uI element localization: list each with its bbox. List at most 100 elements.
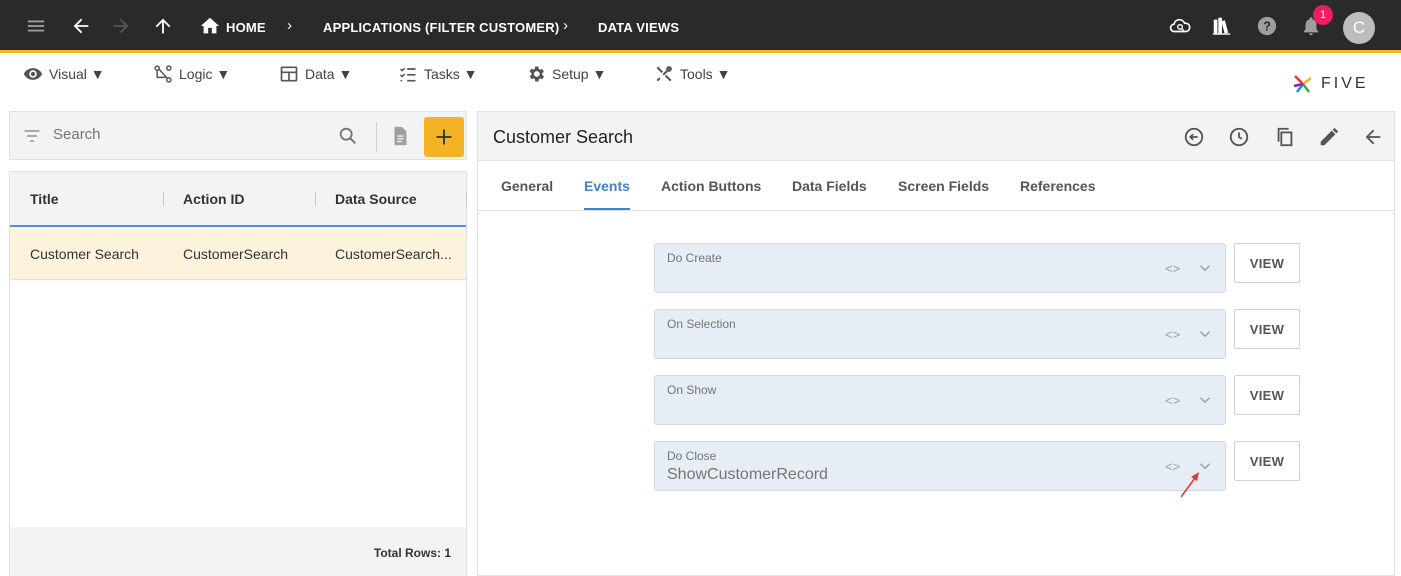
checklist-icon [399, 67, 416, 82]
pencil-icon [1320, 127, 1339, 146]
breadcrumb-home[interactable]: HOME [226, 20, 266, 35]
logic-icon [154, 65, 172, 83]
avatar[interactable]: C [1343, 12, 1375, 44]
tab-general[interactable]: General [501, 178, 553, 194]
help-icon[interactable]: ? [1255, 14, 1279, 38]
filter-icon[interactable] [22, 126, 42, 146]
chevron-down-icon[interactable] [1196, 391, 1214, 409]
column-header-action-id[interactable]: Action ID [183, 191, 244, 207]
menu-bar: Visual ▼ Logic ▼ Data ▼ Tasks ▼ Setup ▼ … [0, 56, 1401, 96]
menu-logic[interactable]: Logic ▼ [153, 64, 230, 84]
tab-events[interactable]: Events [584, 178, 630, 194]
history-button[interactable] [1227, 125, 1251, 149]
cloud-search-icon[interactable] [1168, 14, 1192, 38]
menu-logic-label: Logic ▼ [179, 66, 231, 82]
view-do-create-button[interactable]: VIEW [1234, 243, 1300, 283]
up-arrow-icon[interactable] [151, 14, 175, 38]
event-field-do-close[interactable]: Do Close ShowCustomerRecord <> [654, 441, 1226, 491]
code-icon[interactable]: <> [1165, 393, 1180, 408]
tab-data-fields[interactable]: Data Fields [792, 178, 867, 194]
view-do-close-button[interactable]: VIEW [1234, 441, 1300, 481]
five-logo-text: FIVE [1321, 75, 1369, 92]
menu-visual[interactable]: Visual ▼ [23, 64, 105, 84]
cell-data-source: CustomerSearch... [335, 246, 452, 262]
forward-arrow-icon[interactable] [109, 14, 133, 38]
toolbar-divider [376, 122, 377, 152]
field-label: Do Create [667, 251, 722, 265]
event-field-on-show[interactable]: On Show <> [654, 375, 1226, 425]
back-circle-icon [1184, 127, 1204, 147]
notification-badge: 1 [1313, 5, 1333, 25]
cell-title: Customer Search [30, 246, 139, 262]
add-button[interactable] [424, 117, 464, 157]
menu-tools-label: Tools ▼ [680, 66, 731, 82]
code-icon[interactable]: <> [1165, 327, 1180, 342]
field-label: On Show [667, 383, 717, 397]
table-row[interactable]: Customer Search CustomerSearch CustomerS… [10, 229, 466, 280]
field-label: On Selection [667, 317, 736, 331]
search-input[interactable] [53, 126, 323, 143]
menu-tasks-label: Tasks ▼ [424, 66, 478, 82]
breadcrumb-data-views[interactable]: DATA VIEWS [598, 20, 679, 35]
copy-button[interactable] [1273, 125, 1297, 149]
record-detail-panel: Customer Search General Events Action Bu… [477, 111, 1395, 576]
record-header: Customer Search [478, 112, 1394, 161]
chevron-down-icon[interactable] [1196, 259, 1214, 277]
undo-history-button[interactable] [1182, 125, 1206, 149]
tab-screen-fields[interactable]: Screen Fields [898, 178, 989, 194]
menu-tasks[interactable]: Tasks ▼ [398, 64, 478, 84]
event-field-on-selection[interactable]: On Selection <> [654, 309, 1226, 359]
svg-text:?: ? [1263, 19, 1271, 34]
menu-visual-label: Visual ▼ [49, 66, 105, 82]
hamburger-menu-icon[interactable] [24, 14, 48, 38]
menu-tools[interactable]: Tools ▼ [654, 64, 730, 84]
annotation-arrow-icon [1180, 472, 1199, 498]
menu-setup-label: Setup ▼ [552, 66, 607, 82]
tab-references[interactable]: References [1020, 178, 1096, 194]
tools-icon [656, 66, 672, 82]
tab-action-buttons[interactable]: Action Buttons [661, 178, 761, 194]
chevron-right-icon: › [563, 17, 568, 34]
code-icon[interactable]: <> [1165, 261, 1180, 276]
list-toolbar [9, 111, 467, 160]
table-footer: Total Rows: 1 [10, 527, 466, 576]
close-panel-button[interactable] [1361, 125, 1385, 149]
field-value: ShowCustomerRecord [667, 466, 828, 483]
search-icon[interactable] [337, 125, 359, 147]
breadcrumb-applications[interactable]: APPLICATIONS (FILTER CUSTOMER) [323, 20, 559, 35]
table-icon [280, 66, 298, 82]
chevron-right-icon: › [287, 17, 292, 34]
field-label: Do Close [667, 449, 717, 463]
table-header: Title Action ID Data Source [10, 172, 467, 227]
chevron-down-icon[interactable] [1196, 325, 1214, 343]
column-header-data-source[interactable]: Data Source [335, 191, 417, 207]
menu-setup[interactable]: Setup ▼ [526, 64, 606, 84]
gear-icon [529, 66, 544, 82]
top-bar: HOME › APPLICATIONS (FILTER CUSTOMER) › … [0, 0, 1401, 53]
view-on-show-button[interactable]: VIEW [1234, 375, 1300, 415]
back-arrow-icon[interactable] [69, 14, 93, 38]
copy-icon [1277, 127, 1293, 147]
data-views-table: Title Action ID Data Source Customer Sea… [9, 171, 467, 576]
event-field-do-create[interactable]: Do Create <> [654, 243, 1226, 293]
edit-button[interactable] [1317, 125, 1341, 149]
books-icon[interactable] [1210, 14, 1234, 38]
total-rows: Total Rows: 1 [373, 546, 451, 560]
plus-icon [436, 129, 452, 145]
active-tab-indicator [584, 208, 630, 210]
column-header-title[interactable]: Title [30, 191, 59, 207]
column-resize-handle[interactable] [466, 192, 467, 206]
document-icon[interactable] [389, 124, 411, 148]
five-logo-icon [1293, 75, 1312, 93]
five-logo: FIVE [1291, 72, 1369, 96]
menu-data-label: Data ▼ [305, 66, 353, 82]
eye-icon [23, 68, 43, 80]
menu-data[interactable]: Data ▼ [279, 64, 352, 84]
record-tabs: General Events Action Buttons Data Field… [478, 162, 1394, 211]
column-resize-handle[interactable] [163, 192, 164, 206]
back-arrow-icon [1365, 129, 1381, 145]
cell-action-id: CustomerSearch [183, 246, 289, 262]
column-resize-handle[interactable] [315, 192, 316, 206]
home-icon[interactable] [198, 14, 222, 38]
view-on-selection-button[interactable]: VIEW [1234, 309, 1300, 349]
